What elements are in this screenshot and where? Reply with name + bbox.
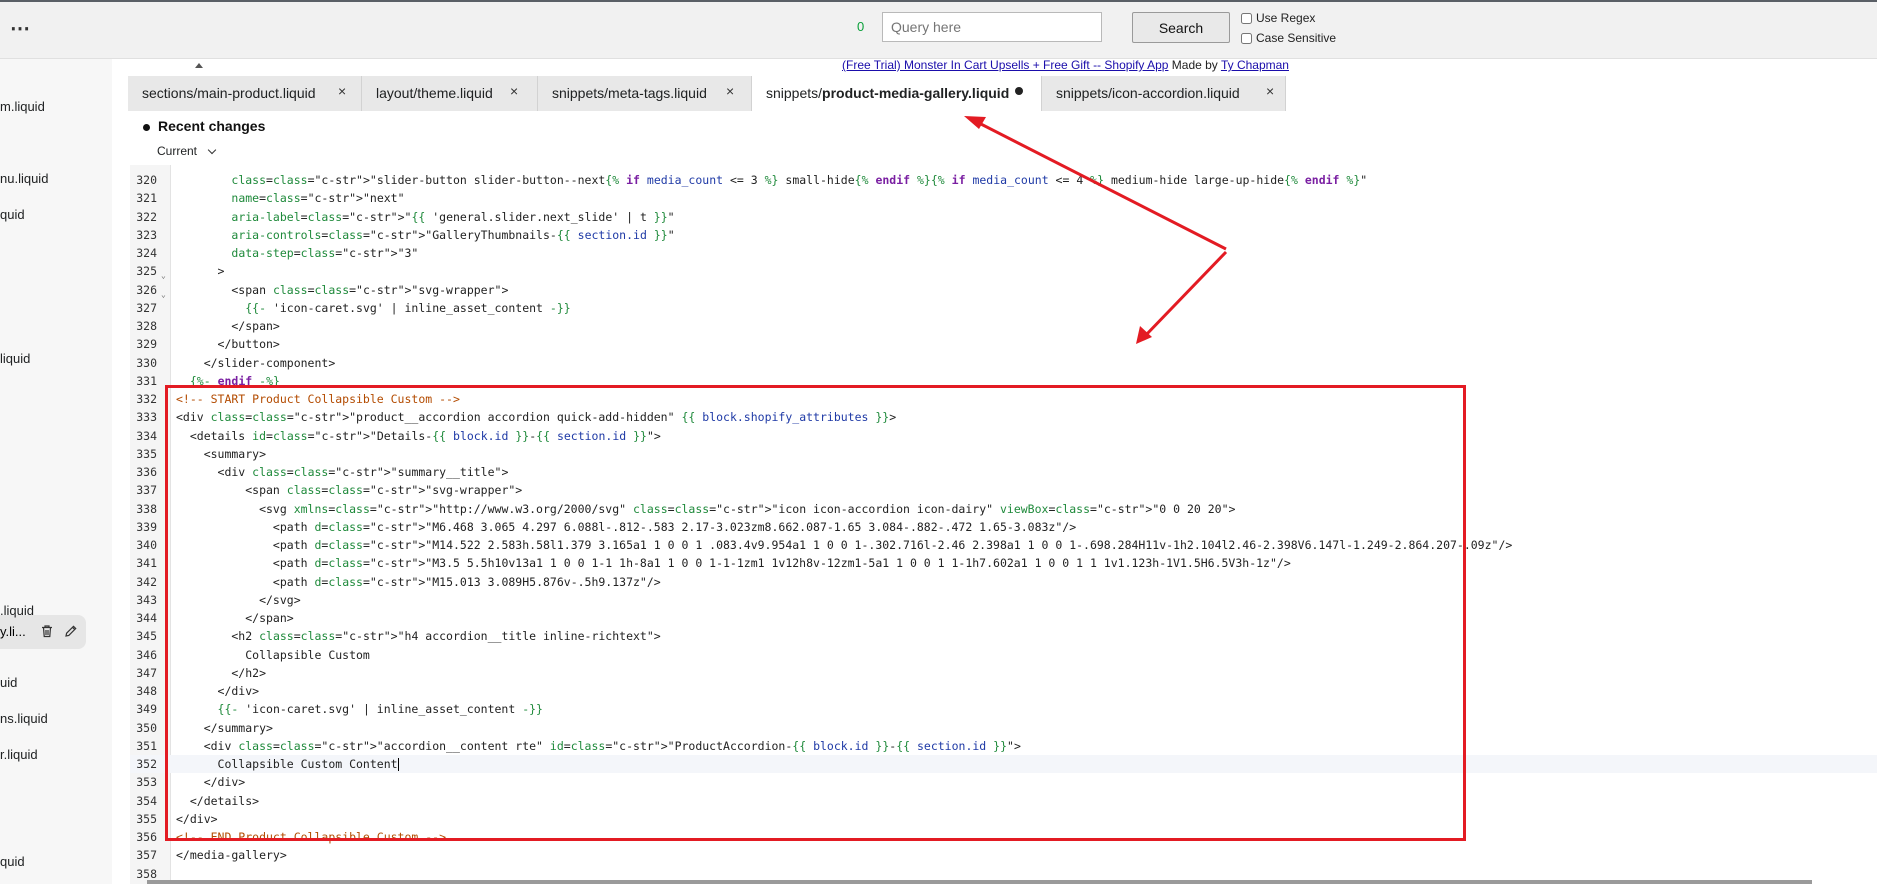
annotation-arrows <box>964 116 1228 344</box>
arrowhead-icon <box>964 116 986 129</box>
arrow-to-tab <box>974 119 1227 251</box>
arrowhead-icon <box>1136 326 1152 344</box>
arrow-to-code <box>1143 250 1228 338</box>
